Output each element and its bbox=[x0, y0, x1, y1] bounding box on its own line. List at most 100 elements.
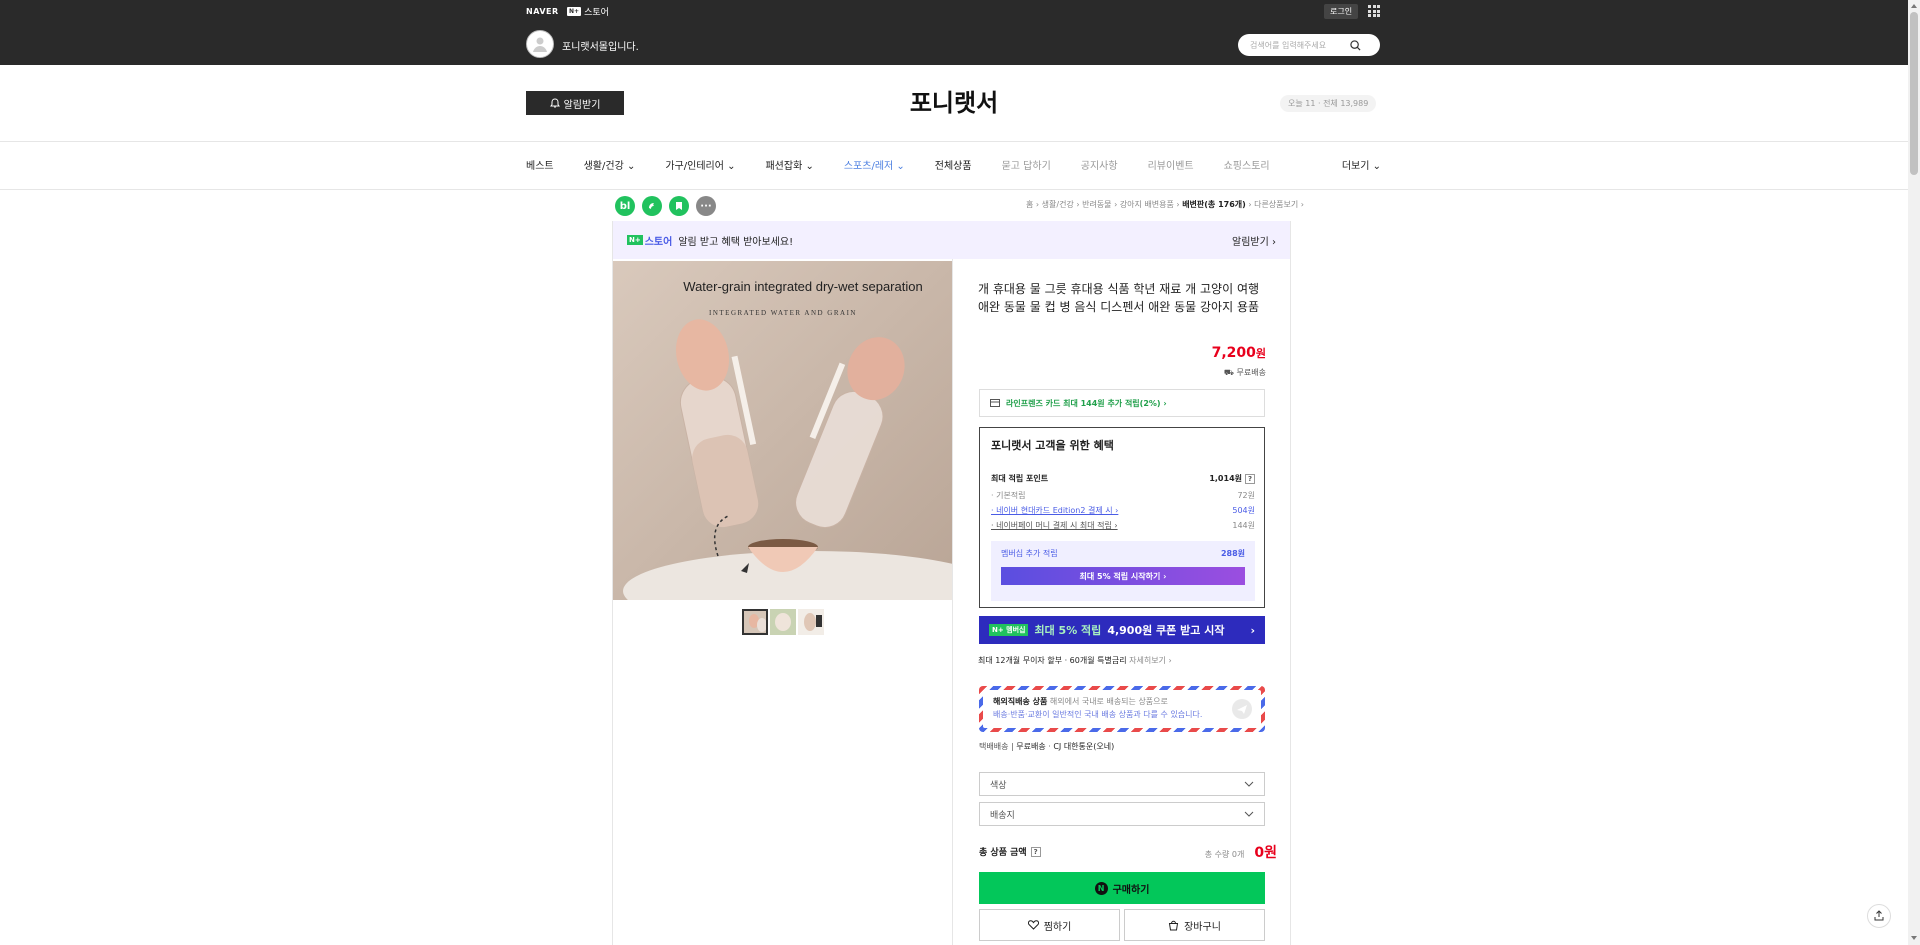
store-alarm-promo[interactable]: N+ 스토어 알림 받고 혜택 받아보세요! 알림받기 › bbox=[613, 221, 1290, 259]
nstore-link[interactable]: N+ 스토어 bbox=[567, 5, 609, 18]
benefit-title: 포니랫서 고객을 위한 혜택 bbox=[991, 439, 1114, 452]
bookmark-share-icon[interactable] bbox=[669, 196, 689, 216]
nav-item-best[interactable]: 베스트 bbox=[526, 157, 554, 172]
scroll-down-arrow-icon[interactable] bbox=[1910, 934, 1918, 942]
nstore-badge: N+ bbox=[567, 7, 582, 16]
buy-label: 구매하기 bbox=[1112, 884, 1150, 896]
nav-item-notice[interactable]: 공지사항 bbox=[1081, 157, 1118, 172]
nplus-badge: N+ bbox=[627, 235, 643, 245]
benefit-box: 포니랫서 고객을 위한 혜택 최대 적립 포인트 1,014원? · 기본적립 … bbox=[979, 427, 1265, 608]
nav-item-living-health[interactable]: 생활/건강 ⌄ bbox=[584, 157, 636, 172]
shipping-info: ⛟ 무료배송 bbox=[978, 367, 1266, 378]
color-select[interactable]: 색상 bbox=[979, 772, 1265, 796]
naver-logo[interactable]: NAVER bbox=[526, 7, 559, 16]
search-icon[interactable] bbox=[1350, 39, 1361, 51]
delivery-info: 택배배송 | 무료배송 · CJ 대한통운(오네) bbox=[979, 742, 1115, 751]
store-name[interactable]: 포니랫서몰입니다. bbox=[562, 38, 639, 53]
image-caption: Water-grain integrated dry-wet separatio… bbox=[683, 279, 922, 294]
ship-from-select[interactable]: 배송지 bbox=[979, 802, 1265, 826]
card-benefit-box[interactable]: 라인프렌즈 카드 최대 144원 추가 적립(2%) › bbox=[979, 389, 1265, 417]
card-icon bbox=[990, 399, 1000, 407]
benefit-row-npay-money[interactable]: · 네이버페이 머니 결제 시 최대 적립 › 144원 bbox=[991, 520, 1255, 531]
breadcrumb: 홈 › 생활/건강 › 반려동물 › 강아지 배변용품 › 배변판(총 176개… bbox=[1026, 199, 1304, 210]
scroll-up-arrow-icon[interactable] bbox=[1910, 2, 1918, 10]
max-point-label: 최대 적립 포인트 bbox=[991, 474, 1049, 483]
cart-icon bbox=[1169, 920, 1179, 930]
category-nav: 베스트 생활/건강 ⌄ 가구/인테리어 ⌄ 패션잡화 ⌄ 스포츠/레저 ⌄ 전체… bbox=[526, 157, 1381, 172]
nstore-label: 스토어 bbox=[584, 8, 609, 18]
product-main-image[interactable]: Water-grain integrated dry-wet separatio… bbox=[613, 261, 952, 600]
more-share-label: ··· bbox=[700, 200, 712, 212]
total-summary: 총 수량 0개 0원 bbox=[1205, 842, 1277, 862]
store-title[interactable]: 포니랫서 bbox=[0, 83, 1908, 118]
blog-share-button[interactable]: bl bbox=[615, 196, 635, 216]
price-value: 7,200 bbox=[1211, 345, 1256, 361]
product-photo: Water-grain integrated dry-wet separatio… bbox=[613, 261, 952, 600]
nav-item-review-event[interactable]: 리뷰이벤트 bbox=[1148, 157, 1194, 172]
scrollbar-thumb[interactable] bbox=[1910, 12, 1918, 175]
nav-item-fashion[interactable]: 패션잡화 ⌄ bbox=[765, 157, 813, 172]
ship-from-select-label: 배송지 bbox=[990, 810, 1015, 821]
airplane-icon bbox=[1232, 699, 1252, 719]
installment-text: 최대 12개월 무이자 할부 · 60개월 특별금리 bbox=[978, 656, 1127, 665]
benefit-row-value: 144원 bbox=[1232, 521, 1255, 530]
promo-text: 알림 받고 혜택 받아보세요! bbox=[678, 236, 794, 248]
nav-item-shopping-story[interactable]: 쇼핑스토리 bbox=[1224, 157, 1270, 172]
cafe-share-icon[interactable] bbox=[642, 196, 662, 216]
blog-share-label: bl bbox=[619, 200, 631, 212]
nav-item-sports[interactable]: 스포츠/레저 ⌄ bbox=[844, 157, 905, 172]
more-share-button[interactable]: ··· bbox=[696, 196, 716, 216]
help-icon[interactable]: ? bbox=[1030, 846, 1041, 857]
breadcrumb-current[interactable]: 배변판(총 176개) bbox=[1182, 200, 1246, 209]
breadcrumb-other[interactable]: › 다른상품보기 › bbox=[1248, 200, 1304, 209]
promo-alarm-link[interactable]: 알림받기 › bbox=[1232, 233, 1276, 248]
buy-button[interactable]: N 구매하기 bbox=[979, 872, 1265, 904]
overseas-title: 해외직배송 상품 bbox=[993, 697, 1048, 706]
promo-store-word: 스토어 bbox=[644, 236, 673, 248]
card-benefit-text: 라인프렌즈 카드 최대 144원 추가 적립(2%) › bbox=[1006, 398, 1167, 408]
store-avatar[interactable] bbox=[526, 30, 554, 58]
banner-arrow: › bbox=[1250, 623, 1255, 637]
benefit-row-label[interactable]: · 네이버페이 머니 결제 시 최대 적립 › bbox=[991, 520, 1118, 531]
membership-start-button[interactable]: 최대 5% 적립 시작하기 › bbox=[1001, 567, 1245, 585]
total-quantity: 총 수량 0개 bbox=[1204, 850, 1245, 859]
floating-share-button[interactable] bbox=[1867, 904, 1891, 928]
benefit-row-value: 72원 bbox=[1237, 491, 1255, 500]
search-input[interactable] bbox=[1250, 40, 1350, 50]
search-box bbox=[1238, 34, 1380, 56]
nav-item-furniture[interactable]: 가구/인테리어 ⌄ bbox=[665, 157, 735, 172]
delivery-fee: 무료배송 bbox=[1016, 742, 1046, 751]
benefit-row-label[interactable]: · 네이버 현대카드 Edition2 결제 시 › bbox=[991, 505, 1118, 516]
product-price: 7,200원 bbox=[978, 345, 1266, 361]
help-icon[interactable]: ? bbox=[1245, 473, 1255, 484]
breadcrumb-path[interactable]: 홈 › 생활/건강 › 반려동물 › 강아지 배변용품 › bbox=[1026, 200, 1180, 209]
chevron-down-icon bbox=[1244, 811, 1254, 817]
max-point-value: 1,014원 bbox=[1209, 474, 1242, 483]
apps-grid-icon[interactable] bbox=[1368, 5, 1380, 17]
membership-coupon-banner[interactable]: N+ 멤버십 최대 5% 적립 4,900원 쿠폰 받고 시작 › bbox=[979, 616, 1265, 644]
thumbnail-1[interactable] bbox=[742, 609, 768, 635]
banner-highlight: 최대 5% 적립 bbox=[1034, 624, 1102, 637]
product-title: 개 휴대용 물 그릇 휴대용 식품 학년 재료 개 고양이 여행 애완 동물 물… bbox=[978, 282, 1260, 314]
thumbnail-3[interactable] bbox=[798, 609, 824, 635]
benefit-row-label: · 기본적립 bbox=[991, 491, 1026, 500]
nav-more[interactable]: 더보기 ⌄ bbox=[1342, 157, 1381, 172]
installment-more-link[interactable]: 자세히보기 › bbox=[1129, 656, 1172, 665]
max-point-row: 최대 적립 포인트 1,014원? bbox=[991, 473, 1255, 484]
nav-item-all-products[interactable]: 전체상품 bbox=[935, 157, 972, 172]
visitor-count: 오늘 11 · 전체 13,989 bbox=[1280, 95, 1377, 112]
thumbnail-2[interactable] bbox=[770, 609, 796, 635]
membership-value: 288원 bbox=[1220, 549, 1245, 558]
wish-button[interactable]: 찜하기 bbox=[979, 909, 1120, 941]
heart-icon bbox=[1027, 920, 1039, 930]
benefit-row-hyundai-card[interactable]: · 네이버 현대카드 Edition2 결제 시 › 504원 bbox=[991, 505, 1255, 516]
nav-item-qna[interactable]: 묻고 답하기 bbox=[1002, 157, 1051, 172]
npay-icon: N bbox=[1094, 881, 1108, 895]
login-button[interactable]: 로그인 bbox=[1324, 4, 1359, 19]
membership-box: 멤버십 추가 적립 288원 최대 5% 적립 시작하기 › bbox=[991, 541, 1255, 601]
total-label: 총 상품 금액 ? bbox=[979, 845, 1041, 858]
installment-info: 최대 12개월 무이자 할부 · 60개월 특별금리 자세히보기 › bbox=[978, 655, 1172, 666]
cart-button[interactable]: 장바구니 bbox=[1124, 909, 1265, 941]
delivery-carrier: CJ 대한통운(오네) bbox=[1053, 742, 1115, 751]
membership-tag: N+ 멤버십 bbox=[989, 624, 1029, 636]
